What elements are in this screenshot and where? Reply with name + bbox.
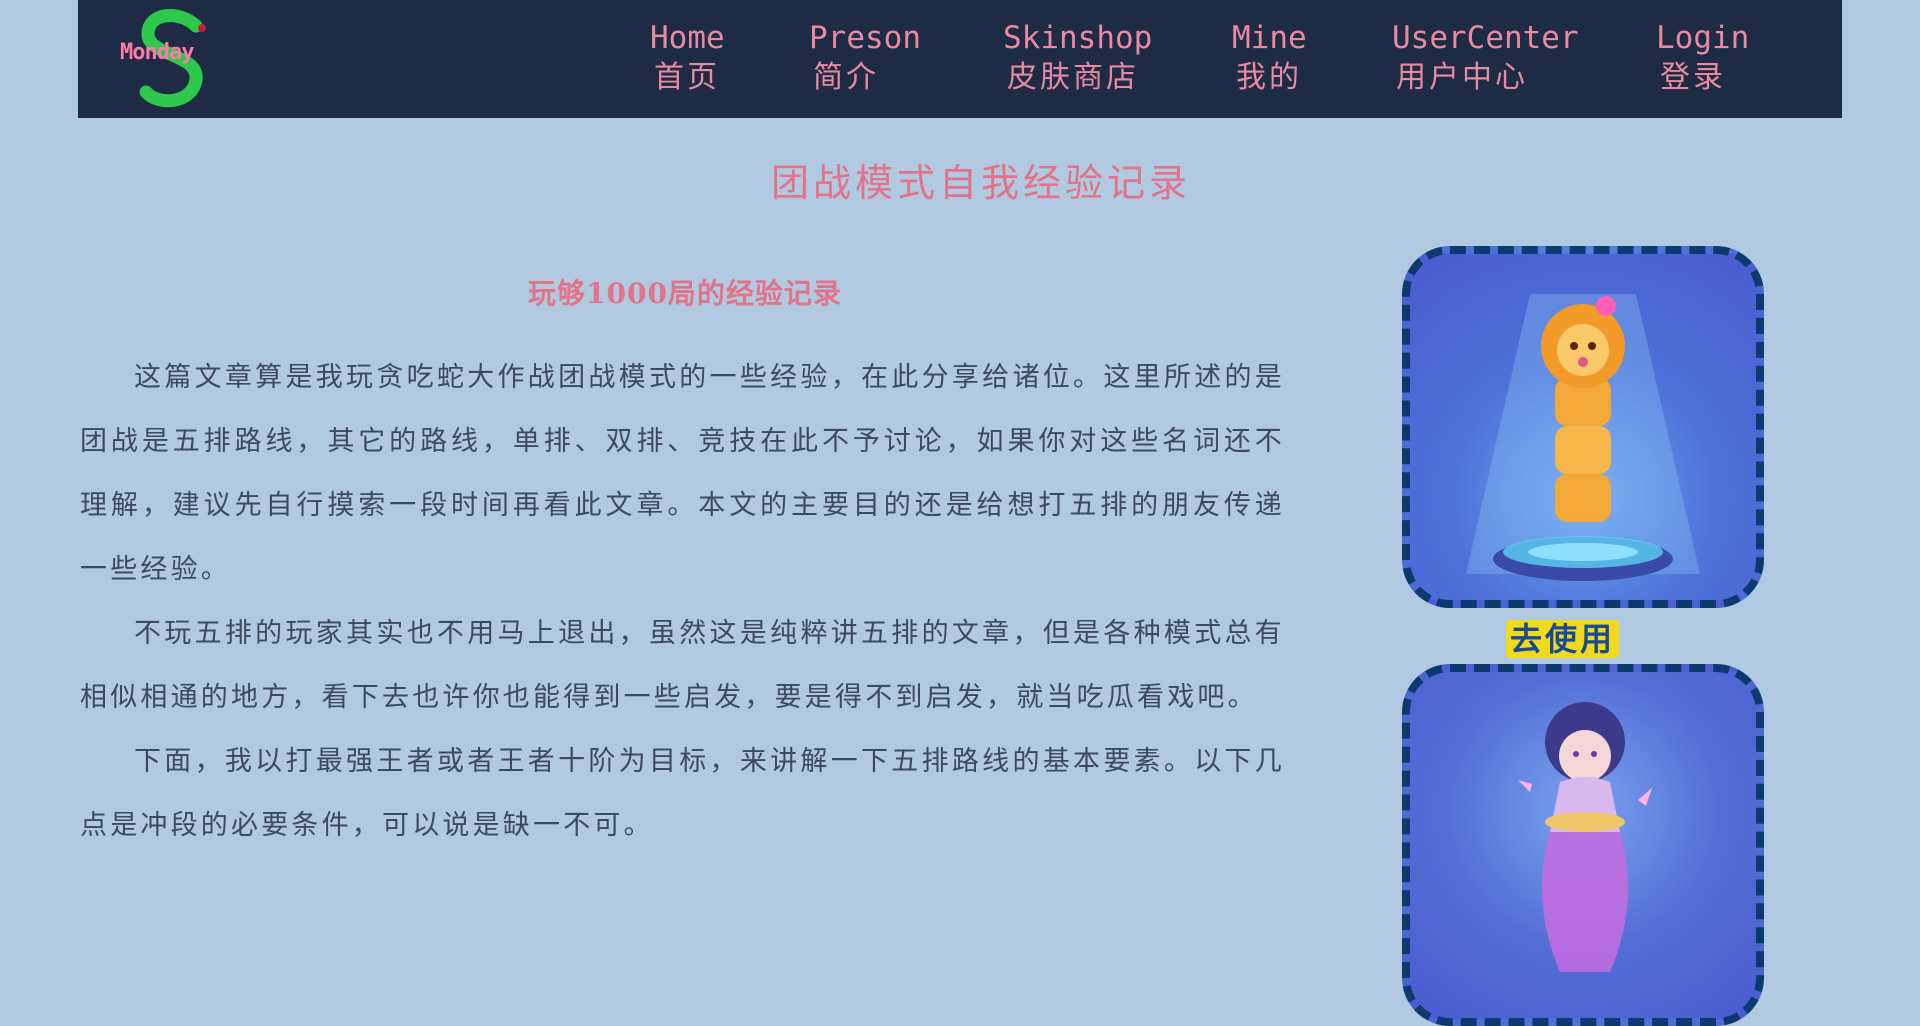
nav-skinshop-en: Skinshop bbox=[1003, 20, 1153, 56]
nav-home-zh: 首页 bbox=[654, 60, 720, 95]
article-subtitle: 玩够1000局的经验记录 bbox=[528, 277, 842, 310]
nav-home-en: Home bbox=[650, 20, 725, 56]
nav-skinshop-zh: 皮肤商店 bbox=[1007, 60, 1139, 95]
nav-mine-zh: 我的 bbox=[1236, 60, 1302, 95]
nav-usercenter-en: UserCenter bbox=[1392, 20, 1579, 56]
nav-preson-zh: 简介 bbox=[813, 60, 879, 95]
logo-text: Monday bbox=[120, 40, 194, 65]
fairy-skin-image bbox=[1518, 702, 1652, 972]
nav-preson-en: Preson bbox=[809, 20, 921, 56]
skin-card-fairy[interactable] bbox=[1402, 664, 1764, 1026]
article-paragraph: 下面，我以打最强王者或者王者十阶为目标，来讲解一下五排路线的基本要素。以下几点是… bbox=[80, 746, 1285, 841]
nav-login-en: Login bbox=[1656, 20, 1750, 56]
nav-usercenter[interactable]: UserCenter 用户中心 bbox=[1392, 18, 1579, 98]
nav-login[interactable]: Login 登录 bbox=[1656, 18, 1749, 98]
article-body: 这篇文章算是我玩贪吃蛇大作战团战模式的一些经验，在此分享给诸位。这里所述的是团战… bbox=[80, 346, 1285, 858]
nav-mine[interactable]: Mine 我的 bbox=[1232, 18, 1307, 98]
lion-snake-skin-image bbox=[1466, 294, 1700, 581]
article-paragraph: 这篇文章算是我玩贪吃蛇大作战团战模式的一些经验，在此分享给诸位。这里所述的是团战… bbox=[80, 362, 1285, 585]
nav-preson[interactable]: Preson 简介 bbox=[809, 18, 921, 98]
nav-home[interactable]: Home 首页 bbox=[650, 18, 725, 98]
nav-mine-en: Mine bbox=[1232, 20, 1307, 56]
nav-skinshop[interactable]: Skinshop 皮肤商店 bbox=[1003, 18, 1152, 98]
top-nav: Monday Home 首页 Preson 简介 Skinshop 皮肤商店 M… bbox=[78, 0, 1842, 118]
skin-card-lion[interactable] bbox=[1402, 246, 1764, 608]
nav-usercenter-zh: 用户中心 bbox=[1396, 60, 1528, 95]
logo[interactable]: Monday bbox=[118, 8, 228, 108]
article-paragraph: 不玩五排的玩家其实也不用马上退出，虽然这是纯粹讲五排的文章，但是各种模式总有相似… bbox=[80, 618, 1285, 713]
page-title: 团战模式自我经验记录 bbox=[770, 161, 1191, 205]
use-skin-button[interactable]: 去使用 bbox=[1506, 620, 1620, 658]
nav-login-zh: 登录 bbox=[1660, 60, 1726, 95]
